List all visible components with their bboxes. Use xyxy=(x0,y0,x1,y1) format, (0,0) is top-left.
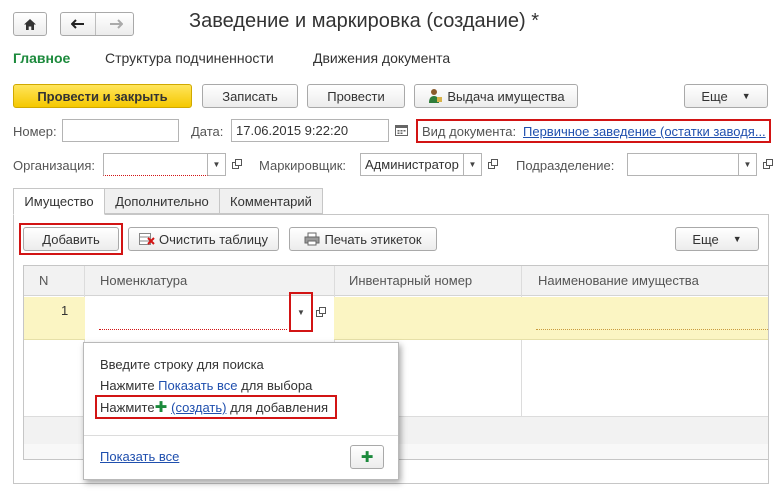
arrow-right-icon xyxy=(110,19,124,29)
column-header-inventory[interactable]: Инвентарный номер xyxy=(349,273,472,288)
back-button[interactable] xyxy=(61,13,96,35)
plus-icon: ✚ xyxy=(360,448,374,466)
popup-hint-prefix: Нажмите xyxy=(100,378,159,393)
post-label: Провести xyxy=(327,88,385,104)
window-title: Заведение и маркировка (создание) * xyxy=(189,10,540,32)
tab-additional[interactable]: Дополнительно xyxy=(104,188,220,214)
popup-create-suffix: для добавления xyxy=(226,400,328,415)
number-field[interactable] xyxy=(62,119,179,142)
tab-property[interactable]: Имущество xyxy=(13,188,105,215)
calendar-icon xyxy=(394,125,408,136)
marker-dropdown-button[interactable]: ▼ xyxy=(464,153,482,176)
calendar-button[interactable] xyxy=(391,119,411,142)
open-window-icon xyxy=(316,307,326,317)
more-label: Еще xyxy=(701,88,728,104)
marker-field[interactable]: Администратор xyxy=(360,153,464,176)
open-window-icon xyxy=(487,159,498,169)
table-more-label: Еще xyxy=(692,231,719,247)
column-header-name[interactable]: Наименование имущества xyxy=(538,273,699,288)
show-all-link[interactable]: Показать все xyxy=(100,449,179,464)
caret-down-icon: ▼ xyxy=(732,234,742,244)
dept-label: Подразделение: xyxy=(516,158,615,173)
post-button[interactable]: Провести xyxy=(307,84,405,108)
org-open-button[interactable] xyxy=(229,153,245,176)
doc-type-link[interactable]: Первичное заведение (остатки заводя... xyxy=(523,124,766,139)
marker-label: Маркировщик: xyxy=(259,158,347,173)
popup-create-prefix: Нажмите xyxy=(100,400,155,415)
print-labels-label: Печать этикеток xyxy=(324,231,422,247)
table-more-button[interactable]: Еще ▼ xyxy=(675,227,759,251)
org-dropdown-button[interactable]: ▼ xyxy=(208,153,226,176)
popup-hint-search: Введите строку для поиска xyxy=(100,357,264,372)
name-cell-input[interactable] xyxy=(536,306,768,330)
nav-group xyxy=(60,12,134,36)
popup-hint-create: Нажмите ✚ (создать) для добавления xyxy=(100,400,328,415)
forward-button[interactable] xyxy=(100,13,134,35)
nomenclature-dropdown-button[interactable]: ▼ xyxy=(293,304,309,320)
tab-movements[interactable]: Движения документа xyxy=(313,50,450,66)
more-button[interactable]: Еще ▼ xyxy=(684,84,768,108)
print-labels-button[interactable]: Печать этикеток xyxy=(289,227,437,251)
save-button[interactable]: Записать xyxy=(202,84,298,108)
date-field[interactable]: 17.06.2015 9:22:20 xyxy=(231,119,389,142)
date-label: Дата: xyxy=(191,124,224,139)
org-label: Организация: xyxy=(13,158,96,173)
create-link[interactable]: (создать) xyxy=(171,400,226,415)
popup-hint-show-all: Нажмите Показать все для выбора xyxy=(100,378,312,393)
person-icon xyxy=(429,89,443,103)
post-and-close-label: Провести и закрыть xyxy=(37,88,168,104)
issue-property-button[interactable]: Выдача имущества xyxy=(414,84,578,108)
home-icon xyxy=(24,18,36,30)
nomenclature-open-button[interactable] xyxy=(316,306,327,321)
tab-subordination[interactable]: Структура подчиненности xyxy=(105,50,274,66)
issue-property-label: Выдача имущества xyxy=(447,88,565,104)
tab-comment[interactable]: Комментарий xyxy=(219,188,323,214)
caret-down-icon: ▼ xyxy=(741,91,751,101)
popup-divider xyxy=(84,435,398,436)
tab-comment-label: Комментарий xyxy=(230,193,312,209)
clear-table-icon xyxy=(139,232,155,245)
clear-table-button[interactable]: Очистить таблицу xyxy=(128,227,279,251)
tab-additional-label: Дополнительно xyxy=(115,193,209,209)
show-all-link-inline[interactable]: Показать все xyxy=(158,378,237,393)
dept-field[interactable] xyxy=(627,153,739,176)
marker-open-button[interactable] xyxy=(485,153,501,176)
open-window-icon xyxy=(231,159,242,169)
print-icon xyxy=(304,232,320,246)
post-and-close-button[interactable]: Провести и закрыть xyxy=(13,84,192,108)
dept-open-button[interactable] xyxy=(760,153,776,176)
doc-type-label: Вид документа: xyxy=(422,124,517,139)
tab-property-label: Имущество xyxy=(24,194,94,209)
popup-hint-suffix: для выбора xyxy=(237,378,313,393)
clear-table-label: Очистить таблицу xyxy=(159,231,268,247)
search-popup: Введите строку для поиска Нажмите Показа… xyxy=(83,342,399,480)
column-header-nomenclature[interactable]: Номенклатура xyxy=(100,273,187,288)
open-window-icon xyxy=(762,159,773,169)
save-label: Записать xyxy=(222,88,278,104)
tab-main[interactable]: Главное xyxy=(13,50,70,66)
dept-dropdown-button[interactable]: ▼ xyxy=(739,153,757,176)
column-header-n[interactable]: N xyxy=(39,273,48,288)
number-label: Номер: xyxy=(13,124,57,139)
org-field[interactable] xyxy=(103,153,208,176)
home-button[interactable] xyxy=(13,12,47,36)
row-number: 1 xyxy=(61,303,69,318)
create-button[interactable]: ✚ xyxy=(350,445,384,469)
add-button[interactable]: Добавить xyxy=(23,227,119,251)
nomenclature-input[interactable] xyxy=(99,306,287,330)
plus-icon: ✚ xyxy=(154,399,168,416)
arrow-left-icon xyxy=(70,19,84,29)
add-label: Добавить xyxy=(42,231,100,247)
